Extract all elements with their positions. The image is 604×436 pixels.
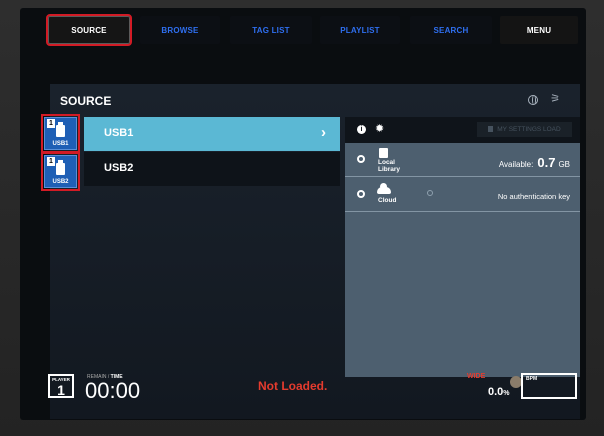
device-slot-usb1[interactable]: 1 USB1 — [41, 114, 80, 153]
page-title: SOURCE — [60, 94, 112, 108]
slot-number: 1 — [47, 119, 55, 128]
device-slot-usb2[interactable]: 1 USB2 — [41, 152, 80, 191]
usb-icon — [56, 122, 65, 137]
top-tab-bar: SOURCE BROWSE TAG LIST PLAYLIST SEARCH M… — [20, 8, 586, 50]
usb-icon — [379, 148, 388, 158]
slot-label: USB2 — [52, 179, 69, 185]
cloud-icon — [377, 183, 391, 194]
wide-label: WIDE — [467, 373, 486, 380]
location-row-cloud[interactable]: Cloud No authentication key — [345, 178, 580, 212]
lock-icon — [488, 126, 494, 132]
location-name: Cloud — [378, 197, 397, 204]
source-screen: SOURCE ⚞ 1 USB1 1 USB2 USB1 › USB2 i ✹ M… — [41, 84, 580, 419]
pitch-display: 0.0% — [488, 386, 510, 398]
time-display: 00:00 — [85, 378, 141, 403]
chevron-right-icon: › — [321, 124, 326, 141]
screen: SOURCE BROWSE TAG LIST PLAYLIST SEARCH M… — [20, 8, 586, 420]
globe-icon — [528, 95, 538, 105]
tab-search[interactable]: SEARCH — [410, 16, 492, 44]
menu-button[interactable]: MENU — [500, 16, 578, 44]
wifi-icon: ⚞ — [550, 93, 560, 105]
device-row-usb2[interactable]: USB2 — [84, 152, 340, 186]
available-value: 0.7 — [537, 155, 556, 170]
radio-button[interactable] — [357, 190, 365, 198]
slot-label: USB1 — [52, 141, 69, 147]
my-settings-load-button[interactable]: MY SETTINGS LOAD — [477, 122, 572, 137]
tab-tag-list[interactable]: TAG LIST — [230, 16, 312, 44]
device-label: USB1 — [104, 127, 134, 139]
tab-playlist[interactable]: PLAYLIST — [320, 16, 400, 44]
available-unit: GB — [558, 160, 570, 169]
device-row-usb1[interactable]: USB1 › — [84, 117, 340, 151]
auth-status: No authentication key — [497, 192, 570, 201]
info-icon[interactable]: i — [357, 125, 366, 134]
radio-button[interactable] — [357, 155, 365, 163]
usb-icon — [56, 160, 65, 175]
bpm-label: BPM — [526, 376, 538, 382]
device-detail-panel: i ✹ MY SETTINGS LOAD Local Library Avail… — [345, 117, 580, 377]
my-settings-load-label: MY SETTINGS LOAD — [497, 126, 561, 133]
player-number: 1 — [57, 382, 65, 398]
location-name-line2: Library — [378, 166, 401, 173]
pitch-value: 0.0 — [488, 386, 504, 398]
user-icon — [427, 190, 433, 196]
available-label: Available: — [498, 160, 534, 169]
player-indicator: PLAYER 1 — [48, 374, 74, 398]
location-row-local-library[interactable]: Local Library Available: 0.7 GB — [345, 143, 580, 177]
tab-source[interactable]: SOURCE — [46, 14, 132, 46]
bpm-display: BPM — [521, 373, 577, 399]
device-label: USB2 — [104, 162, 134, 174]
panel-header: i ✹ MY SETTINGS LOAD — [345, 117, 580, 143]
location-name-line1: Local — [378, 159, 395, 166]
load-status: Not Loaded. — [258, 379, 328, 393]
tab-browse[interactable]: BROWSE — [140, 16, 220, 44]
slot-number: 1 — [47, 157, 55, 166]
pitch-unit: % — [503, 390, 510, 397]
location-name: Local Library — [378, 159, 400, 173]
available-space: Available: 0.7 GB — [499, 155, 570, 170]
gear-icon[interactable]: ✹ — [375, 122, 384, 135]
